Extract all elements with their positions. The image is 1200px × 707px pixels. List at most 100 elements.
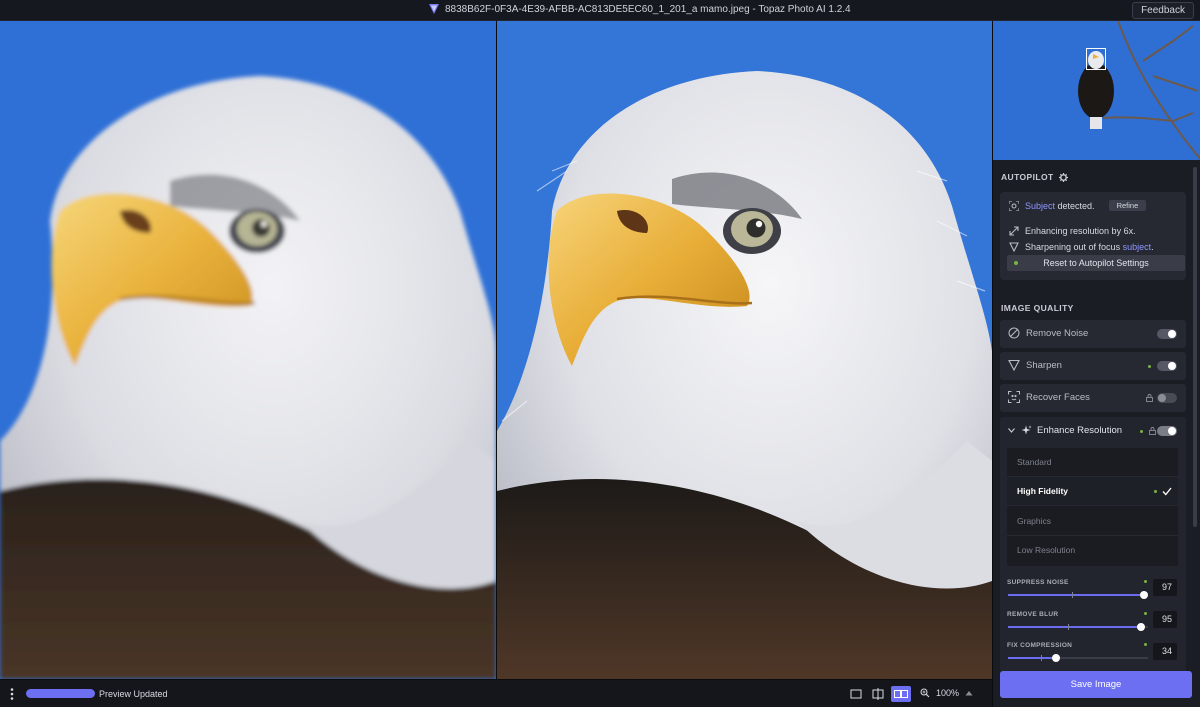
reset-autopilot-label: Reset to Autopilot Settings xyxy=(1043,258,1149,268)
suppress-noise-default-tick xyxy=(1072,592,1073,598)
subject-focus-icon xyxy=(1009,200,1019,211)
navigator-thumbnail[interactable] xyxy=(993,21,1200,160)
navigator-viewport-box[interactable] xyxy=(1086,48,1106,70)
save-image-button[interactable]: Save Image xyxy=(1000,671,1192,698)
preview-progress-bar xyxy=(26,689,95,698)
sharpening-row: Sharpening out of focus subject. xyxy=(1009,242,1154,252)
reset-autopilot-button[interactable]: Reset to Autopilot Settings xyxy=(1007,255,1185,271)
sharpen-label: Sharpen xyxy=(1026,360,1062,371)
title-bar: 8838B62F-0F3A-4E39-AFBB-AC813DE5EC60_1_2… xyxy=(0,0,1200,21)
preview-status: Preview Updated xyxy=(99,689,168,699)
detected-text: detected. xyxy=(1055,200,1095,211)
sharpening-end: . xyxy=(1151,242,1154,252)
autopilot-card: Subject detected. Refine Enhancing resol… xyxy=(1000,192,1186,280)
image-quality-heading: IMAGE QUALITY xyxy=(1001,303,1074,313)
refine-button[interactable]: Refine xyxy=(1108,200,1147,211)
sharpen-active-dot xyxy=(1148,365,1151,368)
suppress-noise-dot xyxy=(1144,580,1147,583)
enhancing-row: Enhancing resolution by 6x. xyxy=(1009,226,1136,236)
model-standard[interactable]: Standard xyxy=(1007,448,1178,477)
side-by-side-view-icon xyxy=(894,690,908,698)
recover-faces-row[interactable]: Recover Faces xyxy=(1000,384,1186,412)
model-active-dot xyxy=(1154,490,1157,493)
model-high-fidelity[interactable]: High Fidelity xyxy=(1007,477,1178,506)
image-quality-heading-text: IMAGE QUALITY xyxy=(1001,303,1074,313)
remove-noise-label: Remove Noise xyxy=(1026,328,1089,339)
enhance-resolution-panel: Enhance Resolution Standard High Fidelit… xyxy=(1000,417,1186,682)
lock-icon xyxy=(1146,394,1153,402)
sparkle-icon xyxy=(1021,425,1032,435)
fix-compression-knob[interactable] xyxy=(1052,654,1060,662)
enhanced-preview[interactable] xyxy=(497,21,992,679)
expand-arrows-icon xyxy=(1009,226,1019,236)
model-low-resolution[interactable]: Low Resolution xyxy=(1007,536,1178,565)
enhance-resolution-label: Enhance Resolution xyxy=(1037,425,1123,436)
autopilot-heading: AUTOPILOT xyxy=(1001,172,1068,182)
sharpening-text: Sharpening out of focus xyxy=(1025,242,1123,252)
sharpen-row[interactable]: Sharpen xyxy=(1000,352,1186,380)
single-view-icon xyxy=(850,689,862,699)
split-view-icon xyxy=(872,688,884,700)
sharpening-subject-link[interactable]: subject xyxy=(1123,242,1152,252)
fix-compression-default-tick xyxy=(1041,655,1042,661)
chevron-down-icon[interactable] xyxy=(1008,428,1015,433)
original-preview[interactable] xyxy=(0,21,496,679)
remove-blur-knob[interactable] xyxy=(1137,623,1145,631)
single-view-button[interactable] xyxy=(846,686,866,702)
remove-noise-icon xyxy=(1008,327,1020,339)
remove-blur-default-tick xyxy=(1068,624,1069,630)
enhanced-eagle-image xyxy=(497,21,992,679)
recover-faces-label: Recover Faces xyxy=(1026,392,1090,403)
window-title-text: 8838B62F-0F3A-4E39-AFBB-AC813DE5EC60_1_2… xyxy=(445,3,851,15)
more-options-icon[interactable] xyxy=(8,687,16,701)
fix-compression-slider[interactable] xyxy=(1008,654,1148,662)
checkmark-icon xyxy=(1162,487,1172,496)
model-list: Standard High Fidelity Graphics Low Reso… xyxy=(1007,448,1178,566)
fix-compression-fill xyxy=(1008,657,1056,659)
remove-blur-slider[interactable] xyxy=(1008,623,1148,631)
recover-faces-toggle[interactable] xyxy=(1157,393,1177,403)
zoom-icon xyxy=(920,688,930,698)
enhance-resolution-toggle[interactable] xyxy=(1157,426,1177,436)
model-graphics[interactable]: Graphics xyxy=(1007,507,1178,536)
lock-icon xyxy=(1149,427,1156,435)
suppress-noise-label: SUPPRESS NOISE xyxy=(1007,579,1069,586)
zoom-level: 100% xyxy=(936,688,960,698)
feedback-button[interactable]: Feedback xyxy=(1132,2,1194,19)
sidebar: AUTOPILOT Subject detected. Refine Enhan… xyxy=(992,21,1200,707)
chevron-up-icon[interactable] xyxy=(965,690,973,696)
recover-faces-icon xyxy=(1008,391,1020,403)
subject-link[interactable]: Subject xyxy=(1025,201,1055,211)
zoom-control[interactable]: 100% xyxy=(920,688,973,698)
autopilot-heading-text: AUTOPILOT xyxy=(1001,172,1054,182)
fix-compression-label: FIX COMPRESSION xyxy=(1007,642,1073,649)
side-by-side-view-button[interactable] xyxy=(891,686,911,702)
remove-noise-toggle[interactable] xyxy=(1157,329,1177,339)
topaz-logo-icon xyxy=(429,4,439,14)
image-viewer[interactable] xyxy=(0,21,992,679)
suppress-noise-knob[interactable] xyxy=(1140,591,1148,599)
suppress-noise-value[interactable]: 97 xyxy=(1153,579,1177,596)
enhance-active-dot xyxy=(1140,430,1143,433)
remove-blur-fill xyxy=(1008,626,1141,628)
enhancing-text: Enhancing resolution by 6x. xyxy=(1025,226,1136,236)
remove-blur-label: REMOVE BLUR xyxy=(1007,611,1059,618)
split-view-button[interactable] xyxy=(868,686,888,702)
reset-status-dot xyxy=(1014,261,1018,265)
fix-compression-dot xyxy=(1144,643,1147,646)
suppress-noise-fill xyxy=(1008,594,1144,596)
navigator-image xyxy=(993,21,1200,160)
sidebar-scrollbar[interactable] xyxy=(1193,167,1197,527)
window-title: 8838B62F-0F3A-4E39-AFBB-AC813DE5EC60_1_2… xyxy=(428,3,851,15)
sharpen-toggle[interactable] xyxy=(1157,361,1177,371)
remove-blur-value[interactable]: 95 xyxy=(1153,611,1177,628)
suppress-noise-slider[interactable] xyxy=(1008,591,1148,599)
remove-blur-dot xyxy=(1144,612,1147,615)
remove-noise-row[interactable]: Remove Noise xyxy=(1000,320,1186,348)
subject-detected-row: Subject detected. Refine xyxy=(1009,200,1147,211)
model-high-fidelity-label: High Fidelity xyxy=(1017,486,1068,496)
sharpen-icon xyxy=(1009,242,1019,252)
sharpen-icon xyxy=(1008,359,1020,371)
gear-icon[interactable] xyxy=(1058,172,1068,182)
fix-compression-value[interactable]: 34 xyxy=(1153,643,1177,660)
